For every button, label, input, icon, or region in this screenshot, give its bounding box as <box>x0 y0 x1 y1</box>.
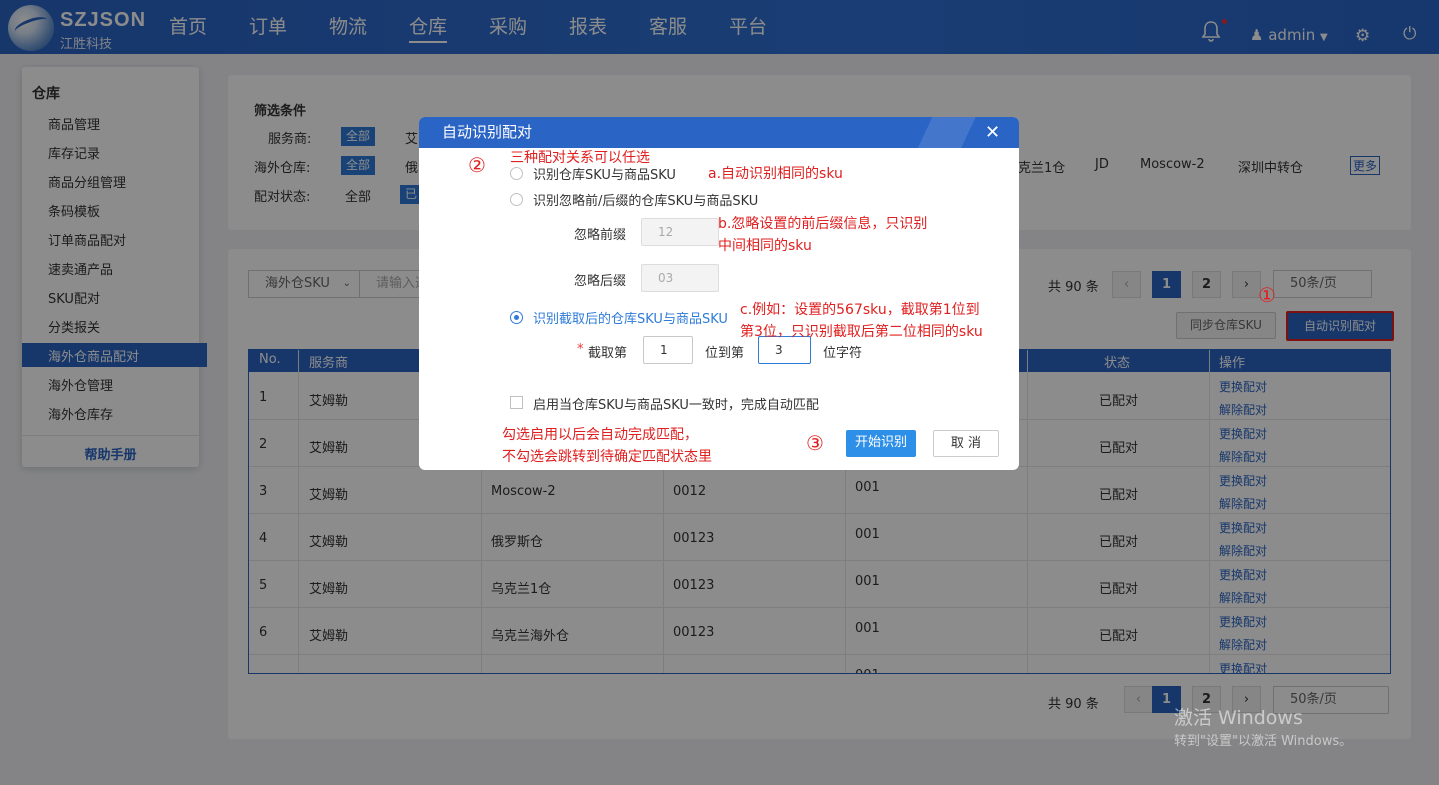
suffix-input[interactable]: 03 <box>641 264 719 292</box>
annotation-d2: 不勾选会跳转到待确定匹配状态里 <box>502 449 712 465</box>
auto-complete-checkbox[interactable] <box>510 396 523 409</box>
option3-label[interactable]: 识别截取后的仓库SKU与商品SKU <box>533 308 728 327</box>
prefix-label: 忽略前缀 <box>574 228 627 243</box>
annotation-a: a.自动识别相同的sku <box>708 166 843 182</box>
cut-end-label: 位字符 <box>823 346 863 361</box>
suffix-label: 忽略后缀 <box>574 274 627 289</box>
option3-radio[interactable] <box>510 311 523 324</box>
dialog-title: 自动识别配对 <box>442 123 533 141</box>
start-button[interactable]: 开始识别 <box>846 430 916 457</box>
required-mark: * <box>577 342 584 357</box>
cancel-button[interactable]: 取 消 <box>933 430 999 457</box>
cut-mid-label: 位到第 <box>705 346 745 361</box>
dialog-header: 自动识别配对 ✕ <box>419 117 1019 148</box>
annotation-c2: 第3位，只识别截取后第二位相同的sku <box>740 324 983 340</box>
annotation-step1: ① <box>1258 283 1276 307</box>
option2-label[interactable]: 识别忽略前/后缀的仓库SKU与商品SKU <box>533 190 758 209</box>
cut-from-input[interactable]: 1 <box>643 336 693 364</box>
auto-complete-label[interactable]: 启用当仓库SKU与商品SKU一致时，完成自动匹配 <box>533 394 819 413</box>
option2-radio[interactable] <box>510 193 523 206</box>
annotation-b2: 中间相同的sku <box>718 238 812 254</box>
option1-radio[interactable] <box>510 167 523 180</box>
windows-watermark: 激活 Windows <box>1174 707 1303 729</box>
annotation-options: 三种配对关系可以任选 <box>510 150 650 166</box>
annotation-step2: ② <box>468 153 486 177</box>
annotation-step3: ③ <box>806 431 824 455</box>
cut-from-label: 截取第 <box>588 346 628 361</box>
close-icon[interactable]: ✕ <box>985 117 1000 148</box>
annotation-d1: 勾选启用以后会自动完成匹配， <box>502 427 698 443</box>
annotation-b1: b.忽略设置的前后缀信息，只识别 <box>718 216 928 232</box>
annotation-c1: c.例如：设置的567sku，截取第1位到 <box>740 302 980 318</box>
windows-watermark-sub: 转到"设置"以激活 Windows。 <box>1174 734 1353 749</box>
prefix-input[interactable]: 12 <box>641 218 719 246</box>
